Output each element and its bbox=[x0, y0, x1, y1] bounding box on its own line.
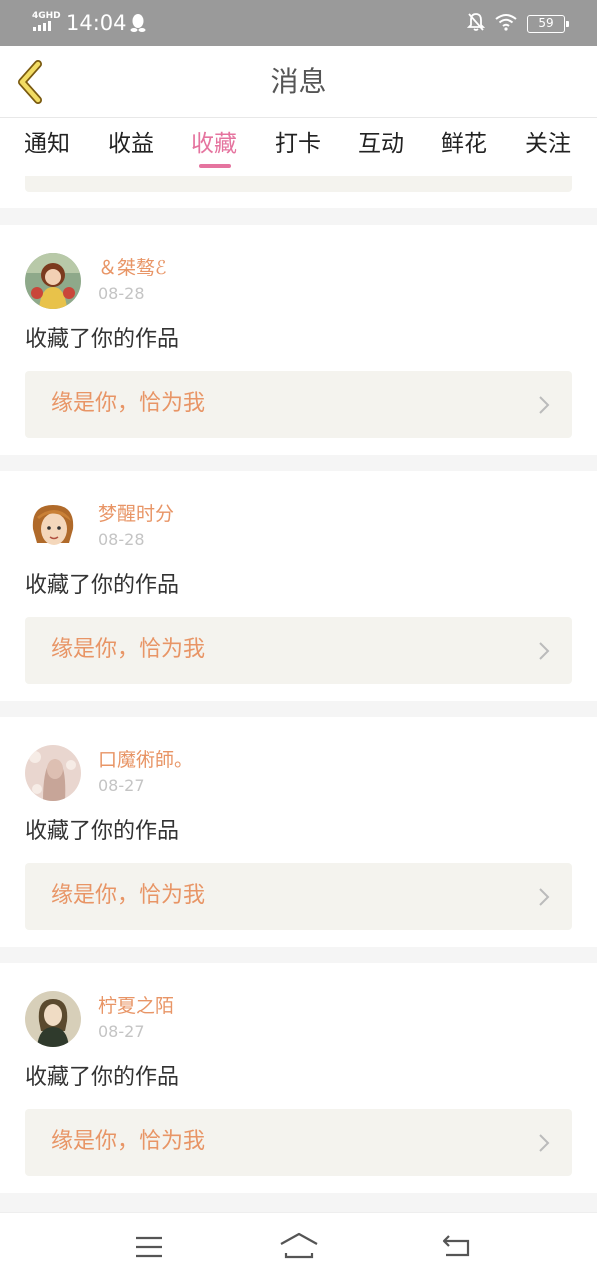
chevron-right-icon bbox=[539, 642, 550, 660]
username[interactable]: 口魔術師。 bbox=[98, 747, 193, 773]
clock: 14:04 bbox=[66, 11, 127, 35]
tab-earnings[interactable]: 收益 bbox=[108, 128, 154, 160]
chevron-right-icon bbox=[539, 888, 550, 906]
message-date: 08-28 bbox=[98, 530, 145, 549]
work-link[interactable]: 缘是你，恰为我 bbox=[25, 863, 572, 930]
active-tab-indicator bbox=[199, 164, 231, 168]
signal-icon bbox=[33, 21, 51, 31]
work-link[interactable]: 缘是你，恰为我 bbox=[25, 371, 572, 438]
username[interactable]: 柠夏之陌 bbox=[98, 993, 174, 1019]
tab-bar: 通知 收益 收藏 打卡 互动 鲜花 关注 bbox=[0, 118, 597, 176]
tab-notifications[interactable]: 通知 bbox=[24, 128, 70, 160]
tab-interaction[interactable]: 互动 bbox=[358, 128, 404, 160]
list-item: 梦醒时分 08-28 收藏了你的作品 缘是你，恰为我 bbox=[0, 471, 597, 701]
work-title: 缘是你，恰为我 bbox=[51, 637, 206, 662]
page-title: 消息 bbox=[270, 65, 327, 98]
tab-follows[interactable]: 关注 bbox=[525, 128, 571, 160]
message-date: 08-27 bbox=[98, 776, 145, 795]
avatar-3-icon[interactable] bbox=[25, 745, 81, 801]
status-bar: 4GHD 14:04 59 bbox=[0, 0, 597, 46]
back-nav-button[interactable] bbox=[440, 1233, 472, 1263]
chevron-right-icon bbox=[539, 1134, 550, 1152]
wifi-icon bbox=[495, 13, 517, 35]
home-button[interactable] bbox=[278, 1231, 320, 1265]
action-text: 收藏了你的作品 bbox=[25, 819, 180, 844]
menu-icon bbox=[136, 1236, 162, 1258]
message-date: 08-27 bbox=[98, 1022, 145, 1041]
system-nav-bar bbox=[0, 1212, 597, 1280]
mute-bell-icon bbox=[466, 12, 486, 36]
avatar-2-icon[interactable] bbox=[25, 499, 81, 555]
return-icon bbox=[442, 1235, 470, 1257]
tab-favorites[interactable]: 收藏 bbox=[191, 128, 237, 160]
tab-flowers[interactable]: 鲜花 bbox=[441, 128, 487, 160]
message-date: 08-28 bbox=[98, 284, 145, 303]
battery-indicator: 59 bbox=[527, 15, 569, 33]
chevron-right-icon bbox=[539, 396, 550, 414]
work-link[interactable]: 缘是你，恰为我 bbox=[25, 617, 572, 684]
menu-button[interactable] bbox=[134, 1235, 164, 1263]
username[interactable]: ＆桀骜ℰ bbox=[98, 255, 167, 281]
avatar-4-icon[interactable] bbox=[25, 991, 81, 1047]
action-text: 收藏了你的作品 bbox=[25, 1065, 180, 1090]
username[interactable]: 梦醒时分 bbox=[98, 501, 174, 527]
list-item: 柠夏之陌 08-27 收藏了你的作品 缘是你，恰为我 bbox=[0, 963, 597, 1193]
action-text: 收藏了你的作品 bbox=[25, 327, 180, 352]
work-link[interactable]: 缘是你，恰为我 bbox=[25, 1109, 572, 1176]
work-title: 缘是你，恰为我 bbox=[51, 391, 206, 416]
network-type: 4GHD bbox=[32, 11, 61, 21]
list-item: ＆桀骜ℰ 08-28 收藏了你的作品 缘是你，恰为我 bbox=[0, 225, 597, 455]
tab-checkin[interactable]: 打卡 bbox=[275, 128, 321, 160]
list-item: 口魔術師。 08-27 收藏了你的作品 缘是你，恰为我 bbox=[0, 717, 597, 947]
app-header: 消息 bbox=[0, 46, 597, 118]
list-item-partial bbox=[0, 176, 597, 208]
work-title: 缘是你，恰为我 bbox=[51, 1129, 206, 1154]
avatar-1-icon[interactable] bbox=[25, 253, 81, 309]
action-text: 收藏了你的作品 bbox=[25, 573, 180, 598]
work-link-partial[interactable] bbox=[25, 176, 572, 192]
qq-icon bbox=[130, 13, 146, 37]
work-title: 缘是你，恰为我 bbox=[51, 883, 206, 908]
home-icon bbox=[280, 1232, 318, 1259]
